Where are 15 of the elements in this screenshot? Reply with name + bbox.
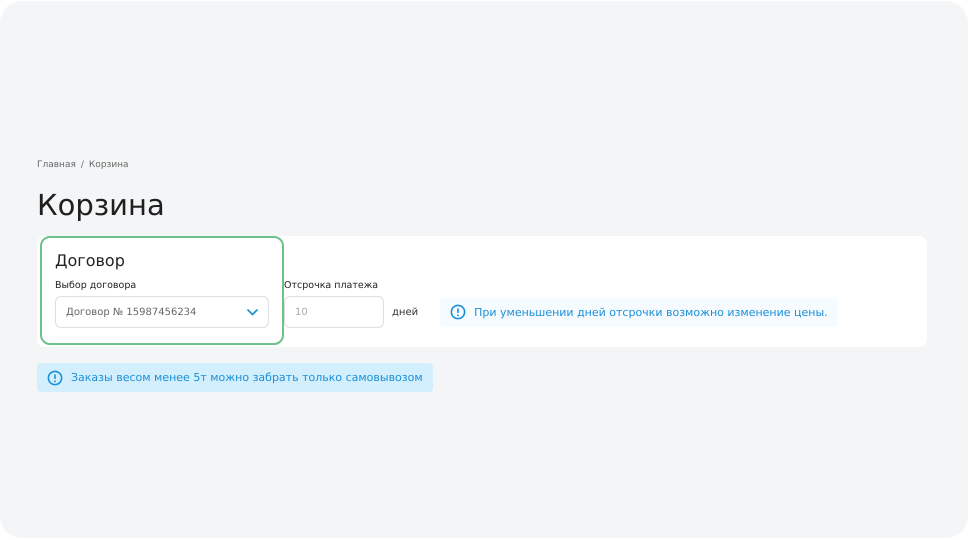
contract-dropdown[interactable]: Договор № 15987456234 (55, 296, 269, 328)
info-icon (450, 304, 466, 320)
chevron-down-icon (247, 308, 258, 316)
notice-text: При уменьшении дней отсрочки возможно изменение цены. (474, 306, 828, 318)
unit-label: дней (392, 306, 418, 318)
section-heading: Договор (55, 251, 126, 270)
info-icon (47, 370, 63, 386)
page-title: Корзина (37, 187, 166, 224)
breadcrumb-link[interactable]: Корзина (88, 160, 129, 170)
breadcrumb-separator: / (80, 160, 84, 170)
field-label: Отсрочка платежа (284, 280, 380, 291)
delay-input[interactable]: 10 (284, 296, 384, 328)
breadcrumb-link[interactable]: Главная (37, 160, 76, 170)
field-label: Выбор договора (55, 280, 138, 291)
notice-text: Заказы весом менее 5т можно забрать только самовывозом (71, 371, 423, 384)
